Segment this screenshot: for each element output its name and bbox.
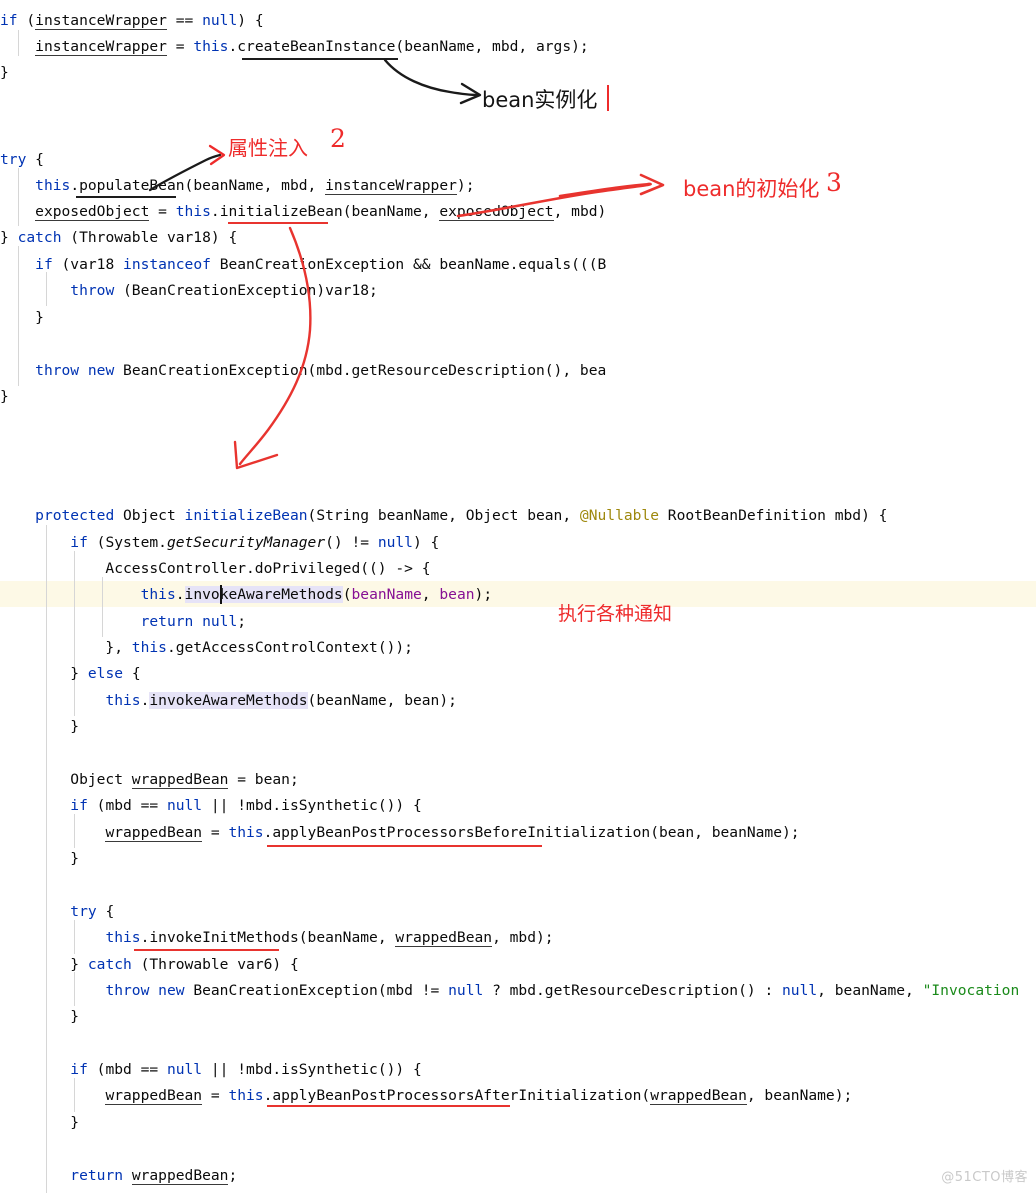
manual-underline-apply-before-init (267, 845, 542, 847)
code-line[interactable]: } (0, 305, 1036, 331)
annotation-bean-initialization: bean的初始化 (683, 177, 820, 201)
manual-underline-invoke-init-methods (134, 949, 279, 951)
manual-underline-apply-after-init (267, 1105, 510, 1107)
code-line[interactable]: } (0, 714, 1036, 740)
code-line[interactable]: throw new BeanCreationException(mbd != n… (0, 978, 1036, 1004)
code-line[interactable]: protected Object initializeBean(String b… (0, 503, 1036, 529)
code-line[interactable]: } (0, 60, 1036, 86)
annotation-bean-instantiation: bean实例化 (482, 88, 598, 112)
code-line[interactable]: Object wrappedBean = bean; (0, 767, 1036, 793)
code-line[interactable]: this.invokeInitMethods(beanName, wrapped… (0, 925, 1036, 951)
code-line[interactable]: throw new BeanCreationException(mbd.getR… (0, 358, 1036, 384)
annotation-execute-notifications: 执行各种通知 (558, 603, 673, 625)
code-line[interactable]: return wrappedBean; (0, 1163, 1036, 1189)
code-line[interactable]: if (mbd == null || !mbd.isSynthetic()) { (0, 1057, 1036, 1083)
code-line[interactable]: instanceWrapper = this.createBeanInstanc… (0, 34, 1036, 60)
annotation-property-injection: 属性注入 (228, 136, 308, 160)
code-line[interactable]: } (0, 1004, 1036, 1030)
code-line[interactable]: return null; (0, 609, 1036, 635)
watermark: @51CTO博客 (941, 1170, 1028, 1185)
code-line[interactable]: } (0, 384, 1036, 410)
code-line[interactable]: this.invokeAwareMethods(beanName, bean); (0, 688, 1036, 714)
code-line[interactable]: try { (0, 147, 1036, 173)
code-line[interactable]: } (0, 846, 1036, 872)
manual-underline-initialize-bean (228, 222, 328, 224)
code-line[interactable]: if (mbd == null || !mbd.isSynthetic()) { (0, 793, 1036, 819)
code-line[interactable]: throw (BeanCreationException)var18; (0, 278, 1036, 304)
annotation-step-number-2: 2 (330, 124, 346, 153)
code-line[interactable]: wrappedBean = this.applyBeanPostProcesso… (0, 820, 1036, 846)
code-line[interactable]: } catch (Throwable var18) { (0, 225, 1036, 251)
code-editor-canvas[interactable]: if (instanceWrapper == null) { instanceW… (0, 0, 1036, 1193)
code-line[interactable]: if (instanceWrapper == null) { (0, 8, 1036, 34)
text-caret (220, 585, 222, 604)
manual-underline-create-bean-instance (242, 58, 398, 60)
annotation-red-tick (607, 85, 609, 111)
code-line[interactable]: exposedObject = this.initializeBean(bean… (0, 199, 1036, 225)
code-line[interactable]: }, this.getAccessControlContext()); (0, 635, 1036, 661)
code-line[interactable]: try { (0, 899, 1036, 925)
code-line[interactable]: } catch (Throwable var6) { (0, 952, 1036, 978)
code-line[interactable]: this.invokeAwareMethods(beanName, bean); (0, 582, 1036, 608)
code-line[interactable]: if (var18 instanceof BeanCreationExcepti… (0, 252, 1036, 278)
code-line[interactable]: if (System.getSecurityManager() != null)… (0, 530, 1036, 556)
code-line[interactable]: } (0, 1110, 1036, 1136)
code-line[interactable]: wrappedBean = this.applyBeanPostProcesso… (0, 1083, 1036, 1109)
code-line[interactable]: } else { (0, 661, 1036, 687)
code-line[interactable]: AccessController.doPrivileged(() -> { (0, 556, 1036, 582)
manual-underline-populate-bean (76, 196, 176, 198)
annotation-step-number-3: 3 (826, 168, 842, 197)
